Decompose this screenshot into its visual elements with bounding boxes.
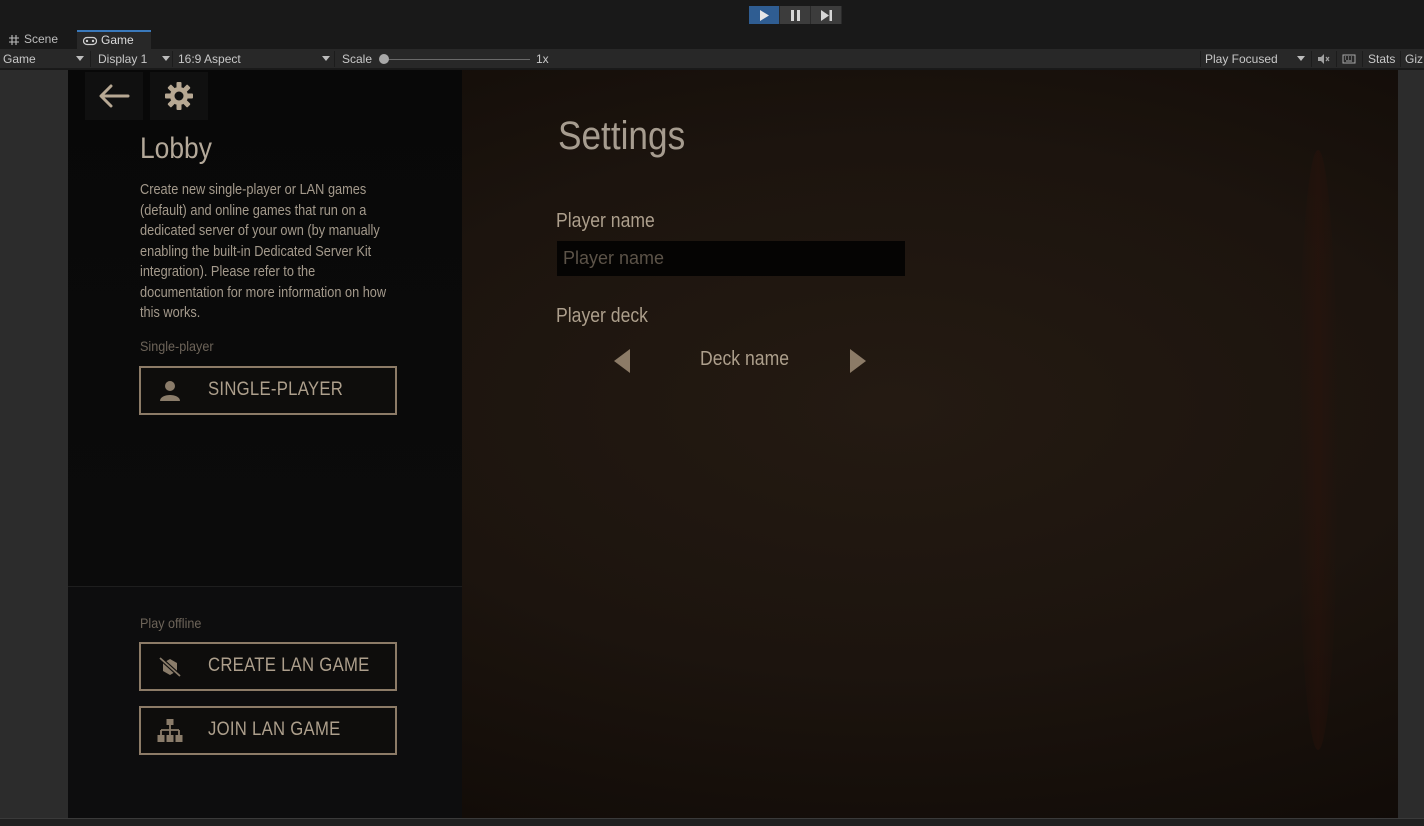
step-icon bbox=[820, 9, 832, 21]
settings-button[interactable] bbox=[150, 72, 208, 120]
single-player-button-label: SINGLE-PLAYER bbox=[208, 379, 344, 400]
create-lan-game-button[interactable]: CREATE LAN GAME bbox=[139, 642, 397, 691]
settings-title: Settings bbox=[558, 114, 686, 158]
pause-icon bbox=[790, 9, 800, 21]
network-off-icon bbox=[157, 655, 183, 679]
editor-bottom-strip bbox=[0, 818, 1424, 826]
gizmos-button[interactable]: Giz bbox=[1405, 49, 1423, 69]
player-name-input[interactable] bbox=[557, 241, 905, 276]
tab-scene[interactable]: Scene bbox=[2, 30, 76, 49]
lobby-panel: Lobby Create new single-player or LAN ga… bbox=[68, 70, 462, 818]
lobby-description: Create new single-player or LAN games (d… bbox=[140, 182, 387, 321]
create-lan-game-button-label: CREATE LAN GAME bbox=[208, 655, 370, 676]
play-controls bbox=[749, 6, 842, 24]
player-deck-label: Player deck bbox=[556, 305, 648, 327]
play-button[interactable] bbox=[749, 6, 780, 24]
scale-value: 1x bbox=[536, 52, 549, 66]
tab-scene-label: Scene bbox=[24, 32, 59, 46]
step-button[interactable] bbox=[811, 6, 842, 24]
play-mode-dropdown[interactable]: Play Focused bbox=[1205, 49, 1278, 69]
gamepad-icon bbox=[83, 36, 97, 45]
scale-slider-track[interactable] bbox=[384, 59, 530, 60]
grid-icon bbox=[9, 34, 19, 45]
join-lan-game-button-label: JOIN LAN GAME bbox=[208, 719, 341, 740]
game-canvas: Lobby Create new single-player or LAN ga… bbox=[68, 70, 1398, 818]
play-offline-section-label: Play offline bbox=[140, 615, 202, 631]
mute-audio-icon[interactable] bbox=[1316, 52, 1330, 66]
tab-game[interactable]: Game bbox=[77, 30, 151, 49]
game-view: Lobby Create new single-player or LAN ga… bbox=[0, 70, 1424, 818]
network-tree-icon bbox=[157, 719, 183, 743]
display-dropdown[interactable]: Display 1 bbox=[98, 49, 147, 69]
pause-button[interactable] bbox=[780, 6, 811, 24]
deck-name: Deck name bbox=[700, 348, 790, 370]
chevron-down-icon bbox=[1297, 56, 1305, 61]
view-mode-dropdown[interactable]: Game bbox=[3, 49, 36, 69]
stats-button[interactable]: Stats bbox=[1368, 49, 1395, 69]
keyboard-icon[interactable] bbox=[1342, 52, 1356, 66]
scale-slider-handle[interactable] bbox=[379, 54, 389, 64]
single-player-button[interactable]: SINGLE-PLAYER bbox=[139, 366, 397, 415]
back-button[interactable] bbox=[85, 72, 143, 120]
join-lan-game-button[interactable]: JOIN LAN GAME bbox=[139, 706, 397, 755]
chevron-down-icon bbox=[162, 56, 170, 61]
game-view-toolbar: Game Display 1 16:9 Aspect Scale 1x Play… bbox=[0, 49, 1424, 69]
play-icon bbox=[760, 9, 769, 21]
chevron-down-icon bbox=[76, 56, 84, 61]
single-player-section-label: Single-player bbox=[140, 338, 214, 354]
lobby-offline-section bbox=[68, 586, 462, 818]
chevron-right-icon[interactable] bbox=[848, 348, 868, 374]
lobby-title: Lobby bbox=[140, 132, 212, 165]
user-icon bbox=[157, 379, 183, 403]
player-name-label: Player name bbox=[556, 210, 655, 232]
editor-tab-bar: Scene Game bbox=[0, 30, 1424, 49]
aspect-dropdown[interactable]: 16:9 Aspect bbox=[178, 49, 241, 69]
tab-game-label: Game bbox=[101, 33, 134, 47]
scale-label: Scale bbox=[342, 52, 373, 66]
gear-icon bbox=[165, 82, 193, 110]
chevron-left-icon[interactable] bbox=[612, 348, 632, 374]
chevron-down-icon bbox=[322, 56, 330, 61]
editor-top-toolbar bbox=[0, 0, 1424, 30]
arrow-left-icon bbox=[99, 84, 130, 108]
